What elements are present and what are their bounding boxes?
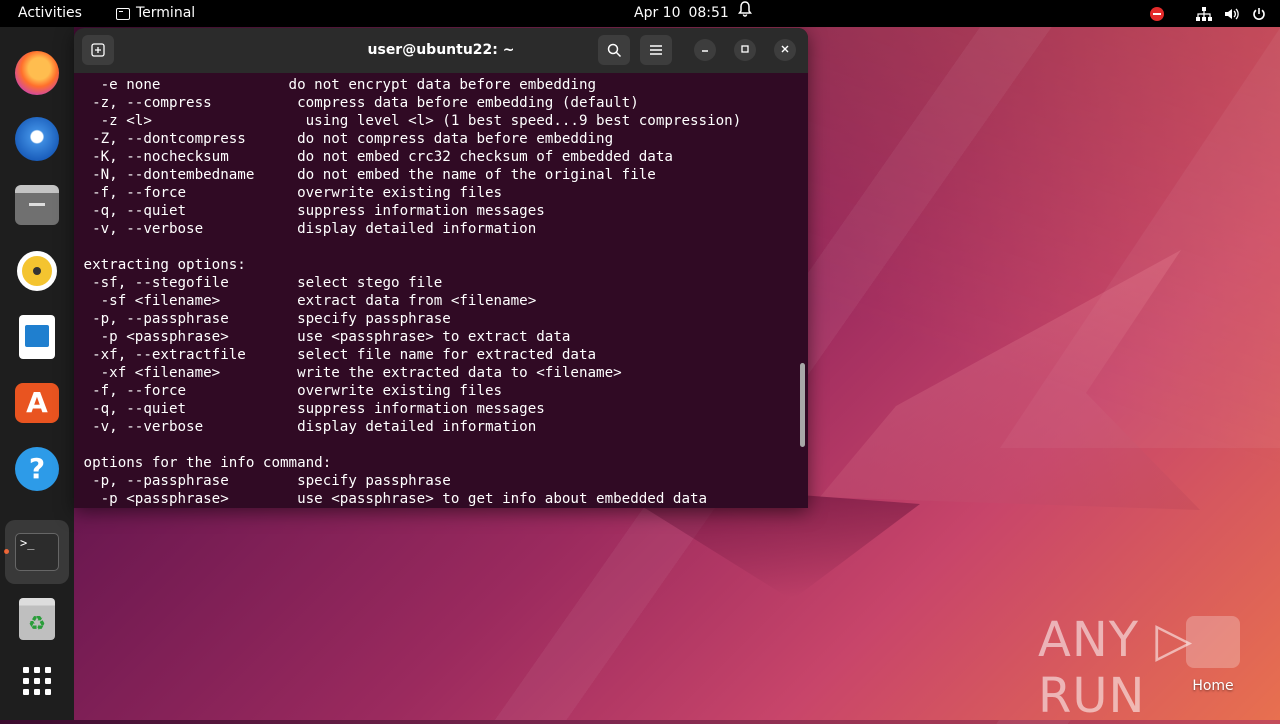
terminal-line: extracting options: [75, 257, 246, 273]
writer-icon [19, 315, 55, 359]
files-icon [15, 185, 59, 225]
terminal-line: -z, --compress compress data before embe… [75, 95, 639, 111]
terminal-line: -p, --passphrase specify passphrase [75, 473, 451, 489]
anyrun-watermark: ANY ▷ RUN [1038, 612, 1194, 724]
help-icon: ? [15, 447, 59, 491]
terminal-line: -e none do not encrypt data before embed… [75, 77, 597, 93]
dock-terminal[interactable]: >_ [5, 520, 69, 584]
terminal-line: -q, --quiet suppress information message… [75, 203, 545, 219]
terminal-line: -z <l> using level <l> (1 best speed...9… [75, 113, 742, 129]
terminal-line: -v, --verbose display detailed informati… [75, 221, 537, 237]
terminal-line: -sf <filename> extract data from <filena… [75, 293, 537, 309]
date-label: Apr 10 [634, 5, 681, 21]
do-not-disturb-icon [1150, 6, 1164, 21]
time-label: 08:51 [688, 5, 729, 21]
volume-icon [1225, 8, 1239, 19]
new-tab-icon [91, 43, 105, 57]
dock: A ? >_ ♻ [0, 27, 74, 720]
minimize-icon [702, 50, 708, 52]
terminal-line: -sf, --stegofile select stego file [75, 275, 443, 291]
thunderbird-icon [15, 117, 59, 161]
dock-thunderbird[interactable] [11, 113, 63, 165]
terminal-app-icon: >_ [15, 533, 59, 571]
terminal-line: -N, --dontembedname do not embed the nam… [75, 167, 656, 183]
home-label: Home [1192, 678, 1234, 694]
maximize-button[interactable] [734, 39, 756, 61]
system-tray[interactable] [1150, 0, 1266, 27]
dock-app-center[interactable]: A [11, 377, 63, 429]
terminal-line: -p <passphrase> use <passphrase> to get … [75, 491, 708, 507]
dock-files[interactable] [11, 179, 63, 231]
search-button[interactable] [598, 35, 630, 65]
activities-button[interactable]: Activities [18, 0, 82, 27]
show-apps-button[interactable] [11, 655, 63, 707]
bell-icon[interactable] [738, 0, 752, 27]
minimize-button[interactable] [694, 39, 716, 61]
menu-button[interactable] [640, 35, 672, 65]
new-tab-button[interactable] [82, 35, 114, 65]
terminal-line: -K, --nochecksum do not embed crc32 chec… [75, 149, 673, 165]
terminal-line: -q, --quiet suppress information message… [75, 401, 545, 417]
dock-rhythmbox[interactable] [11, 245, 63, 297]
rhythmbox-icon [17, 251, 57, 291]
terminal-line: options for the info command: [75, 455, 332, 471]
terminal-line: -xf <filename> write the extracted data … [75, 365, 622, 381]
terminal-scrollbar[interactable] [800, 363, 805, 447]
terminal-line: -f, --force overwrite existing files [75, 185, 503, 201]
terminal-line: -xf, --extractfile select file name for … [75, 347, 597, 363]
app-center-icon: A [15, 383, 59, 423]
clock[interactable]: Apr 10 08:51 [634, 0, 729, 27]
close-button[interactable] [774, 39, 796, 61]
maximize-icon [741, 45, 749, 53]
terminal-line: -f, --force overwrite existing files [75, 383, 503, 399]
close-icon [781, 45, 789, 53]
terminal-line: -Z, --dontcompress do not compress data … [75, 131, 614, 147]
dock-firefox[interactable] [11, 47, 63, 99]
dock-trash[interactable]: ♻ [11, 593, 63, 645]
search-icon [607, 43, 621, 57]
network-icon [1196, 6, 1212, 21]
app-name: Terminal [136, 5, 196, 21]
top-bar: Activities Terminal Apr 10 08:51 [0, 0, 1280, 27]
terminal-line: -p <passphrase> use <passphrase> to extr… [75, 329, 571, 345]
app-grid-icon [23, 667, 51, 695]
terminal-window[interactable]: user@ubuntu22: ~ -e none do not encrypt … [74, 28, 808, 508]
terminal-icon [116, 7, 130, 20]
terminal-line: -p, --passphrase specify passphrase [75, 311, 451, 327]
terminal-output[interactable]: -e none do not encrypt data before embed… [74, 73, 799, 508]
firefox-icon [15, 51, 59, 95]
dock-help[interactable]: ? [11, 443, 63, 495]
trash-icon: ♻ [19, 598, 55, 640]
terminal-headerbar[interactable]: user@ubuntu22: ~ [74, 28, 808, 73]
hamburger-icon [650, 45, 662, 55]
power-icon [1253, 7, 1265, 20]
dock-libreoffice-writer[interactable] [11, 311, 63, 363]
terminal-line: -v, --verbose display detailed informati… [75, 419, 537, 435]
home-folder-icon[interactable] [1186, 616, 1240, 668]
app-menu[interactable]: Terminal [116, 0, 195, 27]
